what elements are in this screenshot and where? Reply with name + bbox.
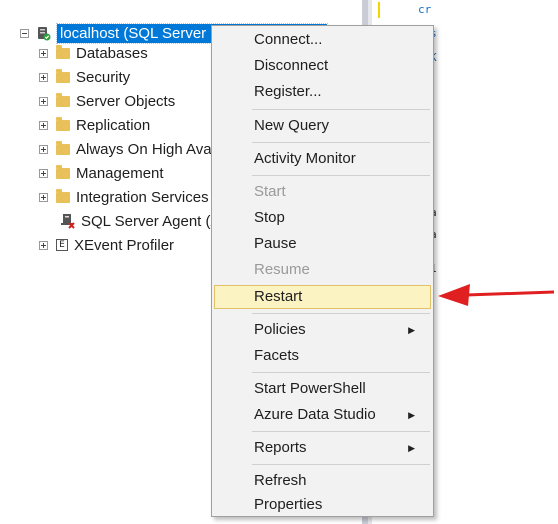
menu-item-properties[interactable]: Properties [214,493,431,517]
tree-node-label: Server Objects [76,92,176,110]
folder-icon [56,44,70,59]
menu-item-label: Policies [254,321,306,338]
menu-separator [252,313,430,314]
red-arrow-annotation [438,284,555,306]
tree-node-label: Replication [76,116,151,134]
menu-item-resume: Resume [254,261,310,278]
menu-item-start-powershell[interactable]: Start PowerShell [214,377,431,401]
folder-icon [56,140,70,155]
change-marker [378,2,380,18]
menu-separator [252,464,430,465]
menu-item-activity-monitor[interactable]: Activity Monitor [214,147,431,171]
menu-separator [252,142,430,143]
expand-icon[interactable] [39,240,48,250]
tree-node-label: Databases [76,44,148,62]
menu-item-facets[interactable]: Facets [214,344,431,368]
folder-icon [56,188,70,203]
expand-icon[interactable] [39,168,48,178]
tree-node-management[interactable]: Management [39,161,164,185]
folder-icon [56,68,70,83]
menu-item-policies[interactable]: Policies ▶ [214,318,431,342]
menu-item-stop[interactable]: Stop [214,206,431,230]
tree-node-security[interactable]: Security [39,65,130,89]
menu-item-restart[interactable]: Restart [214,285,431,309]
menu-item-new-query[interactable]: New Query [214,114,431,138]
submenu-arrow-icon: ▶ [408,443,415,453]
tree-node-label: Management [76,164,164,182]
menu-item-label: Reports [254,439,307,456]
tree-node-label: XEvent Profiler [74,236,175,254]
tree-node-server-objects[interactable]: Server Objects [39,89,175,113]
menu-item-reports[interactable]: Reports ▶ [214,436,431,460]
submenu-arrow-icon: ▶ [408,410,415,420]
collapse-icon[interactable] [20,28,29,38]
menu-item-label: Azure Data Studio [254,406,376,423]
expand-icon[interactable] [39,96,48,106]
tree-node-replication[interactable]: Replication [39,113,150,137]
menu-item-start: Start [254,183,286,200]
context-menu: Connect... Disconnect Register... New Qu… [211,25,434,517]
menu-item-azure-data-studio[interactable]: Azure Data Studio ▶ [214,403,431,427]
code-fragment: cr [418,3,432,16]
tree-node-label: Security [76,68,131,86]
menu-item-disconnect[interactable]: Disconnect [214,54,431,78]
expand-icon[interactable] [39,120,48,130]
menu-item-refresh[interactable]: Refresh [214,469,431,493]
menu-separator [252,175,430,176]
expand-icon[interactable] [39,144,48,154]
menu-separator [252,372,430,373]
menu-item-register[interactable]: Register... [214,80,431,104]
sql-agent-icon [61,214,75,229]
menu-separator [252,109,430,110]
tree-node-databases[interactable]: Databases [39,41,148,65]
folder-icon [56,92,70,107]
server-icon [38,27,51,41]
folder-icon [56,164,70,179]
submenu-arrow-icon: ▶ [408,325,415,335]
xevent-profiler-icon: E [56,239,68,251]
expand-icon[interactable] [39,192,48,202]
menu-separator [252,431,430,432]
menu-item-connect[interactable]: Connect... [214,28,431,52]
folder-icon [56,116,70,131]
menu-item-pause[interactable]: Pause [214,232,431,256]
expand-icon[interactable] [39,72,48,82]
tree-node-xevent-profiler[interactable]: E XEvent Profiler [39,233,174,257]
expand-icon[interactable] [39,48,48,58]
